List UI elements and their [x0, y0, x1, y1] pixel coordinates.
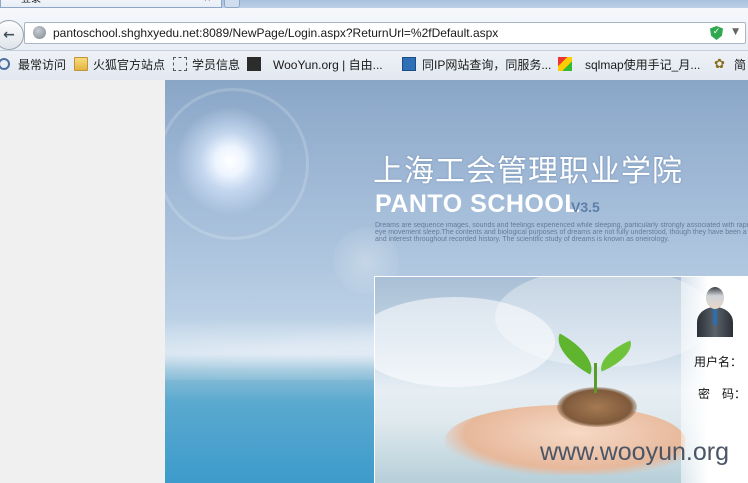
- soil-image: [557, 387, 637, 427]
- close-icon[interactable]: ×: [203, 0, 211, 4]
- back-button[interactable]: ←: [0, 20, 24, 50]
- search-icon: [0, 58, 10, 70]
- page-title: 上海工会管理职业学院: [373, 154, 683, 189]
- bookmark-same-ip[interactable]: 同IP网站查询，同服务...: [422, 58, 551, 72]
- tagline-line-2: eye movement sleep.The contents and biol…: [375, 229, 748, 236]
- bookmark-student-info[interactable]: 学员信息: [192, 58, 240, 72]
- sun-glow: [175, 106, 285, 216]
- flower-icon: ✿: [714, 56, 725, 71]
- avatar-head: [706, 287, 724, 309]
- username-label: 用户名：: [694, 355, 743, 369]
- chevron-down-icon[interactable]: ▼: [732, 27, 739, 37]
- globe-icon: [33, 26, 46, 39]
- tab-title: 登录: [21, 0, 41, 5]
- back-arrow-icon: ←: [3, 27, 15, 43]
- address-bar[interactable]: pantoschool.shghxyedu.net:8089/NewPage/L…: [24, 22, 746, 44]
- shield-icon[interactable]: ✓: [710, 26, 723, 40]
- bookmark-wooyun[interactable]: WooYun.org | 自由...: [273, 58, 383, 72]
- left-blank-area: [0, 80, 165, 483]
- new-tab-button[interactable]: [224, 0, 240, 8]
- bookmark-firefox-sites[interactable]: 火狐官方站点: [93, 58, 165, 72]
- sprout-stem: [594, 363, 597, 393]
- bookmark-sqlmap[interactable]: sqlmap使用手记_月...: [585, 58, 700, 72]
- password-label: 密 码：: [698, 387, 747, 401]
- tab-strip: 登录 ×: [0, 0, 748, 8]
- wooyun-icon: [247, 57, 261, 71]
- panel-cloud: [375, 297, 555, 387]
- tagline-line-1: Dreams are sequence images, sounds and f…: [375, 222, 748, 229]
- brand-name: PANTO SCHOOL: [375, 190, 581, 218]
- bookmark-more[interactable]: 简: [734, 58, 746, 72]
- version-label: V3.5: [571, 199, 600, 215]
- bookmark-most-visited[interactable]: 最常访问: [18, 58, 66, 72]
- colorful-icon: [558, 57, 572, 71]
- user-avatar-icon: [697, 287, 733, 337]
- watermark: www.wooyun.org: [540, 438, 729, 466]
- tab-login[interactable]: 登录 ×: [0, 0, 222, 8]
- page-icon: [173, 57, 187, 71]
- folder-icon: [74, 57, 88, 71]
- chart-icon: [402, 57, 416, 71]
- tagline: Dreams are sequence images, sounds and f…: [375, 222, 748, 243]
- bookmarks-bar: 最常访问 火狐官方站点 学员信息 WooYun.org | 自由... 同IP网…: [0, 51, 748, 81]
- login-banner: 上海工会管理职业学院 PANTO SCHOOL V3.5 Dreams are …: [165, 80, 748, 483]
- navigation-bar: ← pantoschool.shghxyedu.net:8089/NewPage…: [0, 8, 748, 51]
- url-text[interactable]: pantoschool.shghxyedu.net:8089/NewPage/L…: [53, 26, 498, 40]
- tagline-line-3: and interest throughout recorded history…: [375, 236, 670, 243]
- avatar-tie: [713, 309, 717, 325]
